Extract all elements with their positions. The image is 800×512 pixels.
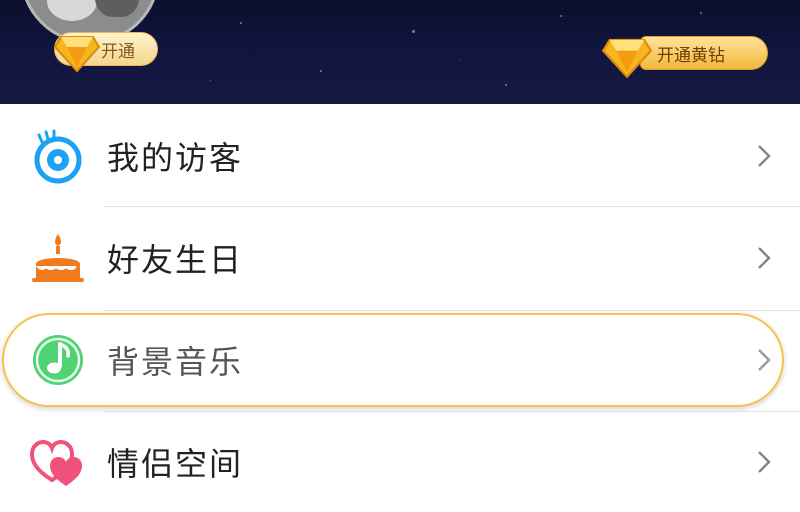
star <box>320 70 322 72</box>
profile-header: 开通 开通黄钻 <box>0 0 800 104</box>
music-note-icon <box>33 335 83 385</box>
menu-item-label: 背景音乐 <box>107 343 244 381</box>
chevron-right-icon <box>758 451 771 473</box>
hearts-icon <box>30 439 82 486</box>
open-yellow-diamond-button[interactable]: 开通黄钻 <box>601 36 768 79</box>
star <box>460 60 461 61</box>
divider <box>104 206 800 207</box>
star <box>505 84 507 86</box>
chevron-right-icon <box>758 247 771 269</box>
star <box>412 30 415 33</box>
menu-item-visitors[interactable]: 我的访客 <box>0 106 800 206</box>
menu-item-label: 好友生日 <box>107 241 244 279</box>
menu-item-label: 我的访客 <box>107 139 244 177</box>
menu-item-label: 情侣空间 <box>107 445 244 483</box>
star <box>210 80 211 81</box>
diamond-icon <box>601 38 653 79</box>
visitor-eye-icon <box>34 129 82 184</box>
star <box>560 15 562 17</box>
vip-open-label: 开通 <box>101 41 135 62</box>
birthday-cake-icon <box>32 234 84 282</box>
vip-open-badge[interactable]: 开通 <box>53 32 158 73</box>
menu-item-background-music[interactable]: 背景音乐 <box>0 310 800 410</box>
star <box>240 22 242 24</box>
diamond-icon <box>53 36 101 73</box>
star <box>700 12 702 14</box>
open-yellow-diamond-label: 开通黄钻 <box>657 45 725 66</box>
menu-item-couple-space[interactable]: 情侣空间 <box>0 412 800 512</box>
chevron-right-icon <box>758 145 771 167</box>
chevron-right-icon <box>758 349 771 371</box>
menu-item-friend-birthdays[interactable]: 好友生日 <box>0 208 800 308</box>
